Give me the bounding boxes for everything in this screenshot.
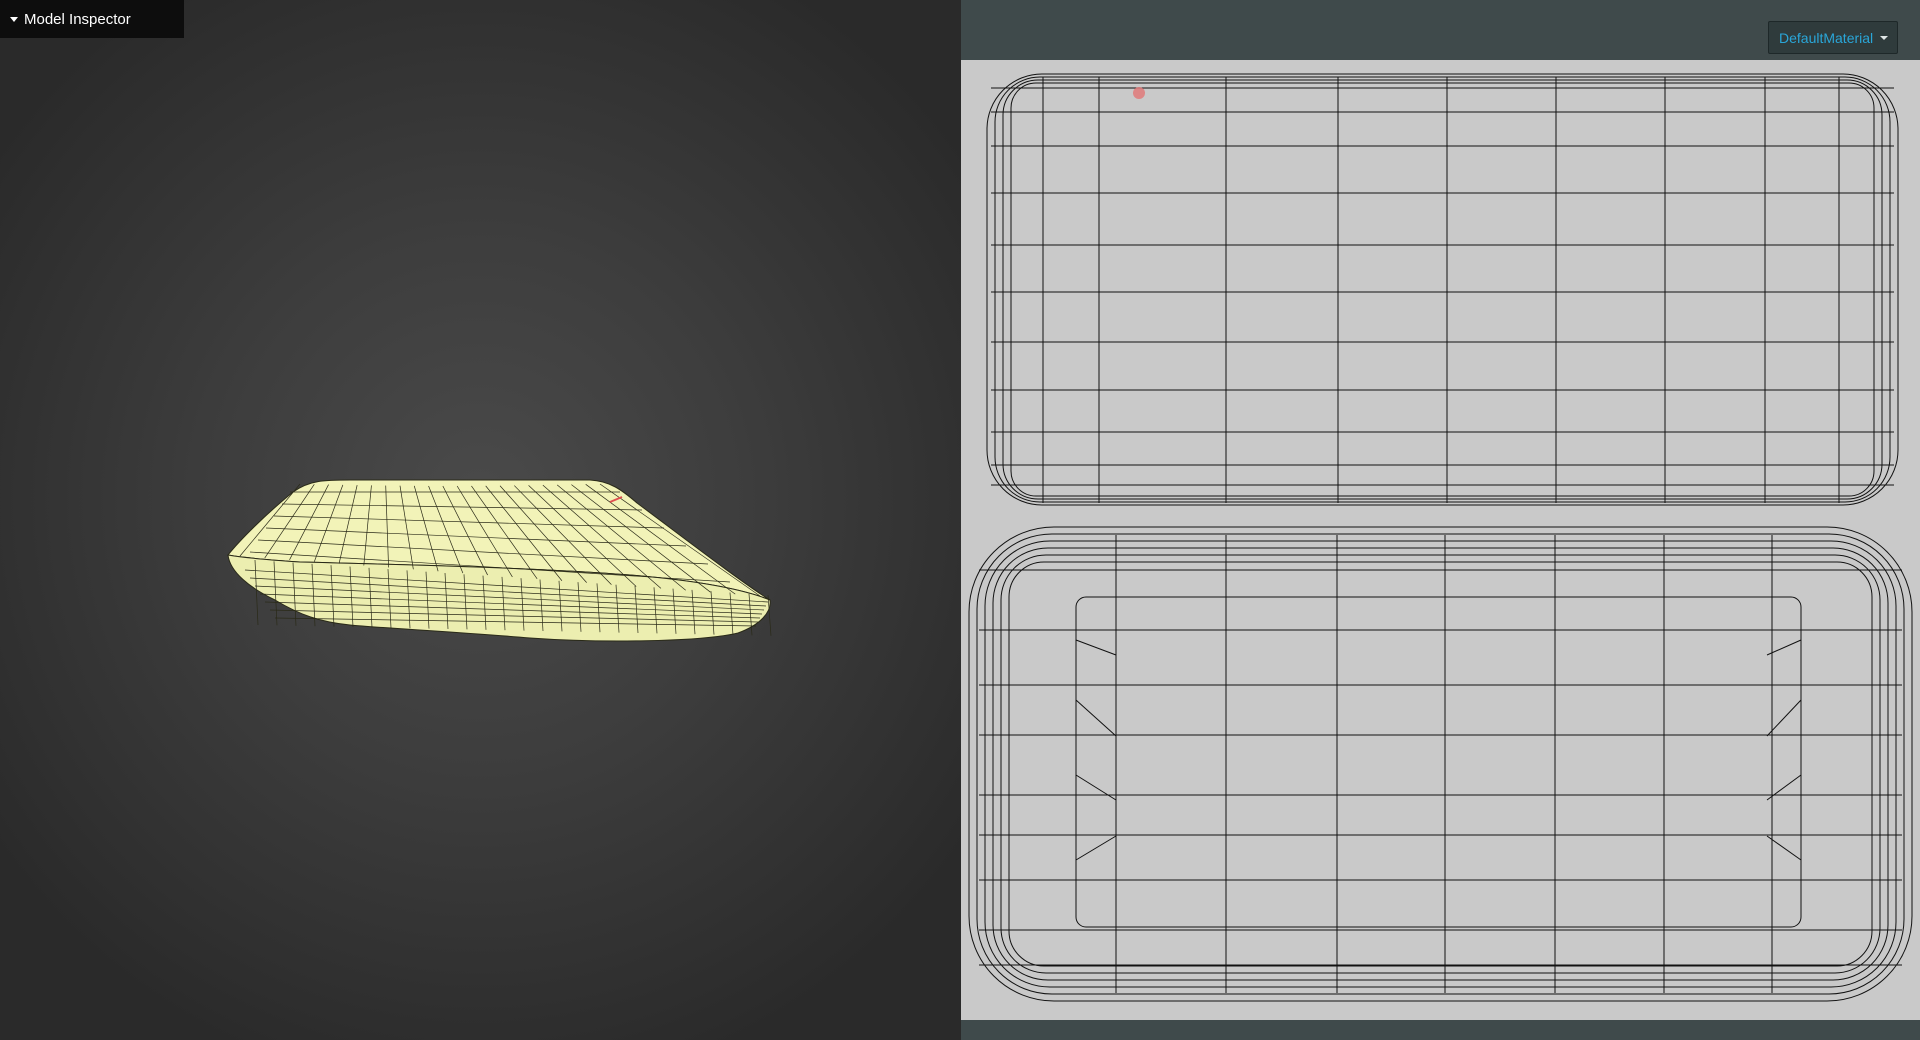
uv-edge-loop bbox=[992, 547, 1889, 981]
mesh-model[interactable] bbox=[227, 479, 772, 642]
material-select-value: DefaultMaterial bbox=[1779, 29, 1874, 46]
3d-viewport[interactable]: Model Inspector bbox=[0, 0, 961, 1040]
caret-down-icon bbox=[10, 16, 18, 22]
uv-edge-loop bbox=[994, 76, 1891, 503]
uv-edge-loop bbox=[984, 540, 1897, 988]
uv-edge bbox=[1075, 835, 1117, 861]
uv-edge-loop bbox=[1010, 82, 1875, 497]
uv-edge-loop bbox=[1008, 561, 1873, 967]
uv-selection-marker bbox=[1133, 87, 1145, 99]
uv-inner-border bbox=[1075, 596, 1802, 928]
model-inspector-label: Model Inspector bbox=[24, 10, 131, 28]
material-select[interactable]: DefaultMaterial bbox=[1768, 21, 1898, 54]
uv-edge-loop bbox=[986, 73, 1899, 506]
uv-edge-loop bbox=[1002, 79, 1883, 500]
model-view bbox=[227, 479, 772, 642]
uv-edge bbox=[1075, 699, 1117, 737]
model-inspector-toggle[interactable]: Model Inspector bbox=[0, 0, 184, 38]
uv-layout bbox=[968, 73, 1913, 1002]
uv-canvas[interactable] bbox=[961, 60, 1920, 1020]
uv-edge bbox=[1075, 774, 1117, 801]
uv-edge-loop bbox=[1000, 554, 1881, 974]
uv-island-bottom bbox=[968, 526, 1913, 1002]
caret-down-icon bbox=[1880, 35, 1889, 40]
uv-edge bbox=[1075, 639, 1117, 656]
uv-panel: DefaultMaterial bbox=[961, 0, 1920, 1040]
uv-island-top bbox=[986, 73, 1899, 506]
